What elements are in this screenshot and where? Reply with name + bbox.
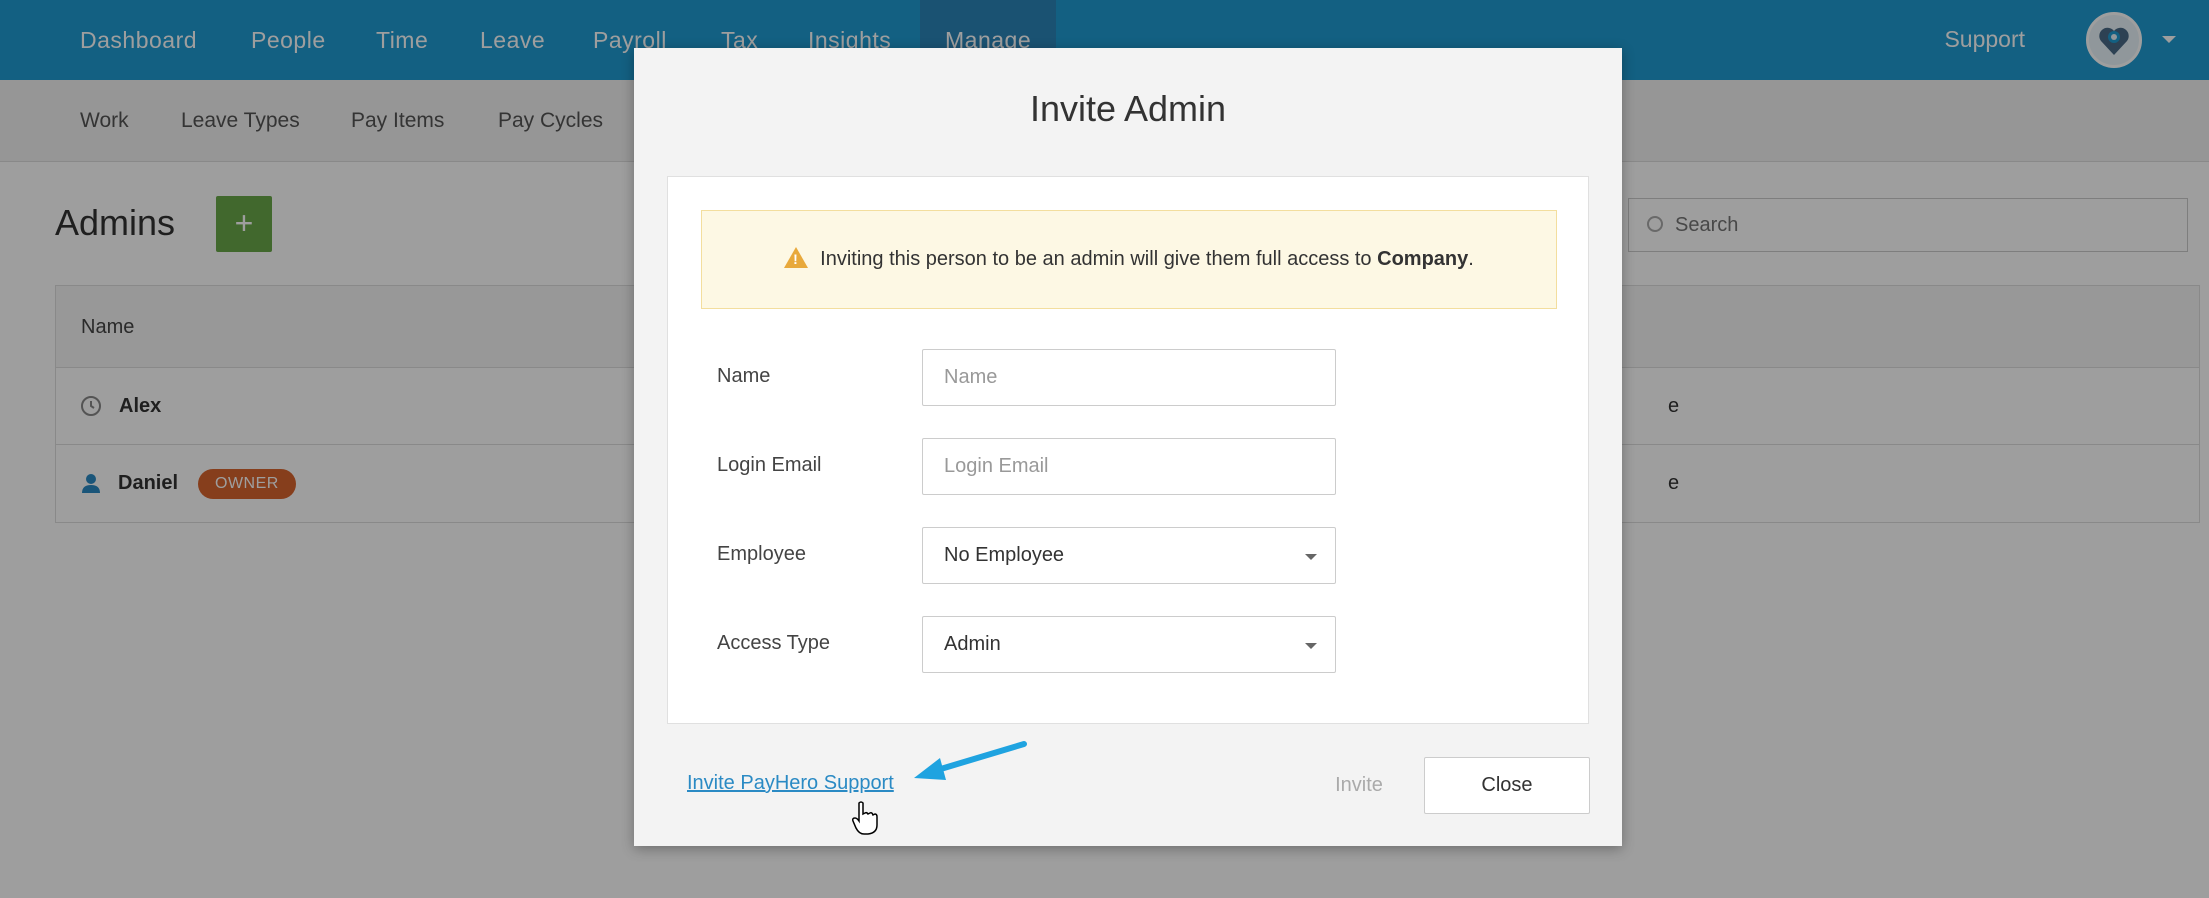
chevron-down-icon [1305,643,1317,649]
warning-text: Inviting this person to be an admin will… [820,248,1378,270]
modal-title: Invite Admin [1029,88,1227,129]
access-type-select[interactable]: Admin [922,616,1336,673]
warning-alert: Inviting this person to be an admin will… [701,210,1557,309]
warning-icon [784,247,809,269]
login-email-input[interactable] [923,439,1335,494]
access-type-label: Access Type [717,632,831,654]
login-email-field-box [922,438,1336,495]
modal-body: Inviting this person to be an admin will… [667,176,1589,724]
invite-payhero-support-link[interactable]: Invite PayHero Support [687,772,894,795]
name-input[interactable] [923,350,1335,405]
chevron-down-icon [1305,554,1317,560]
close-button[interactable]: Close [1424,757,1590,814]
employee-label: Employee [717,543,806,565]
annotation-arrow-icon [914,741,1027,780]
employee-select[interactable]: No Employee [922,527,1336,584]
login-email-label: Login Email [717,454,822,476]
access-type-select-value: Admin [944,633,1001,655]
invite-button[interactable]: Invite [1304,757,1414,814]
invite-admin-modal: Invite Admin Inviting this person to be … [634,48,1622,846]
employee-select-value: No Employee [944,544,1065,566]
name-field-box [922,349,1336,406]
name-label: Name [717,365,771,387]
hand-cursor-icon [852,801,878,835]
warning-company: Company [1377,248,1469,270]
warning-suffix: . [1468,248,1474,270]
